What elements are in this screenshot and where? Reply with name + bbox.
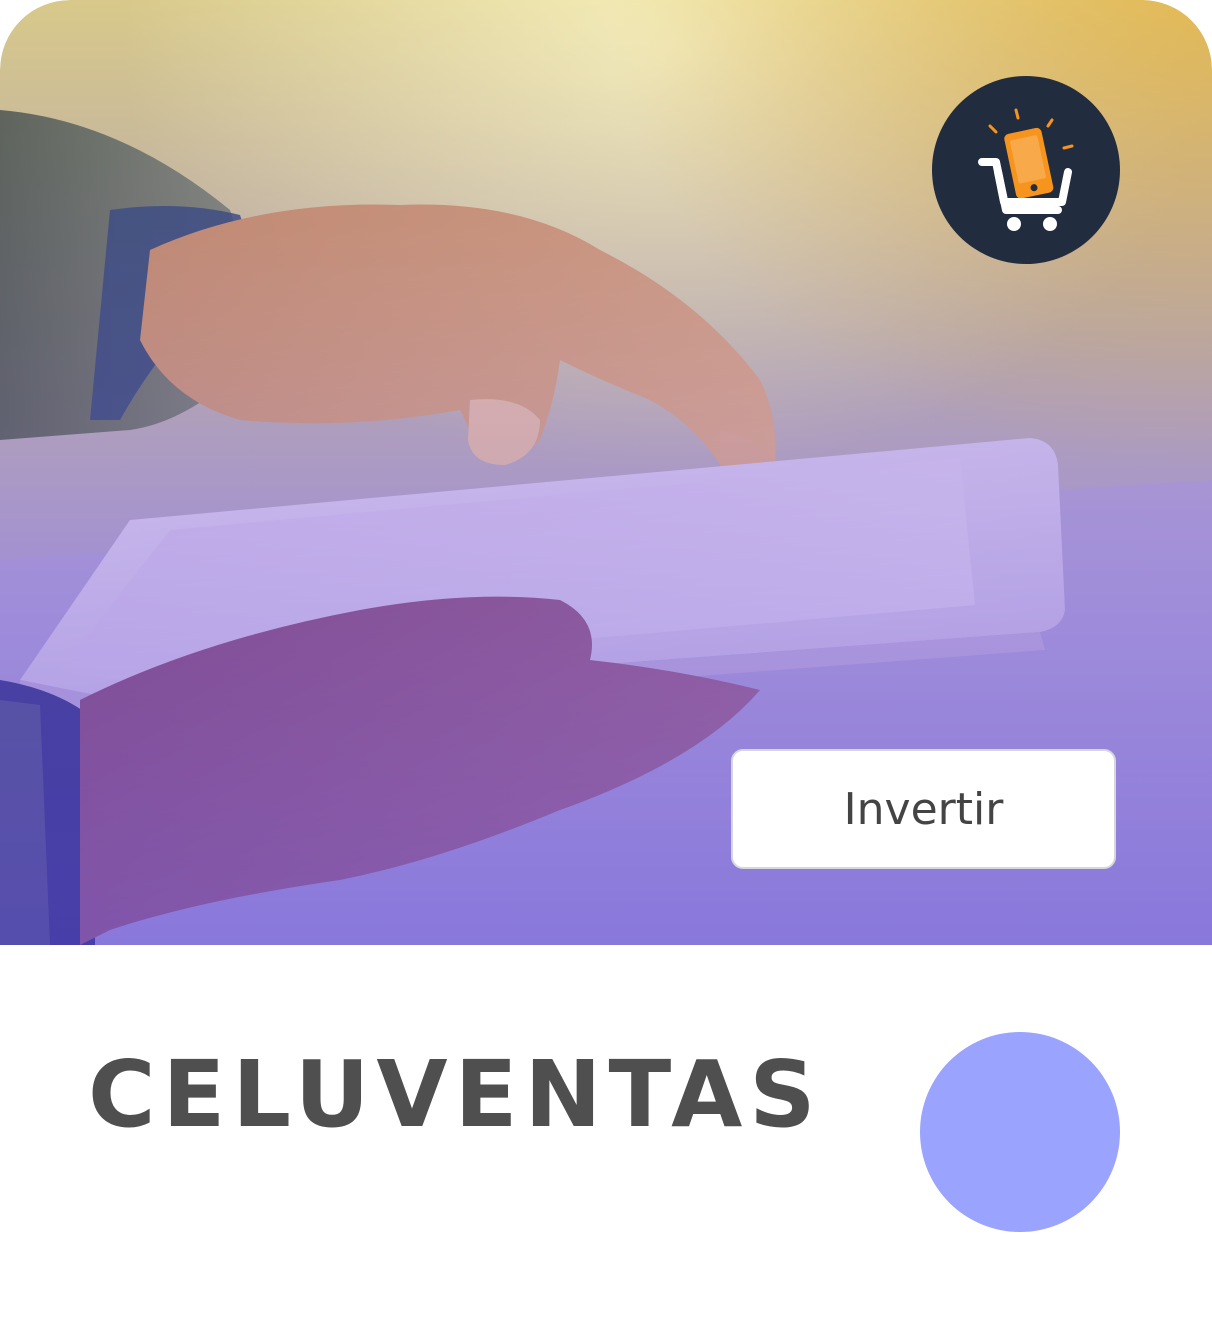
brand-badge <box>932 76 1120 264</box>
accent-circle <box>920 1032 1120 1232</box>
invest-button[interactable]: Invertir <box>731 749 1116 869</box>
project-card[interactable]: Invertir CELUVENTAS <box>0 0 1212 1343</box>
phone-cart-icon <box>978 108 1074 231</box>
hero-image: Invertir <box>0 0 1212 945</box>
project-title: CELUVENTAS <box>88 1041 823 1148</box>
